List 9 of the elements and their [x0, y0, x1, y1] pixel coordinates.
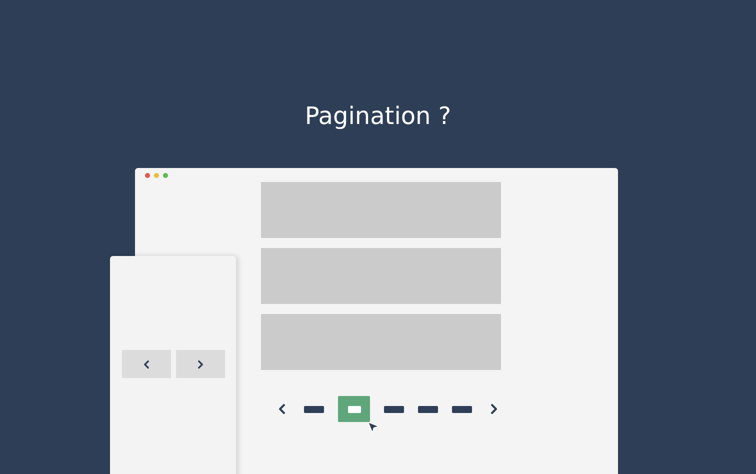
page-button[interactable] — [384, 406, 404, 412]
page-button[interactable] — [304, 406, 324, 412]
page-button[interactable] — [418, 406, 438, 412]
cursor-icon — [366, 420, 380, 434]
page-title: Pagination ? — [304, 101, 452, 132]
window-dot-icon — [154, 173, 159, 178]
window-dot-icon — [163, 173, 168, 178]
window-dot-icon — [145, 173, 150, 178]
page-button[interactable] — [452, 406, 472, 412]
